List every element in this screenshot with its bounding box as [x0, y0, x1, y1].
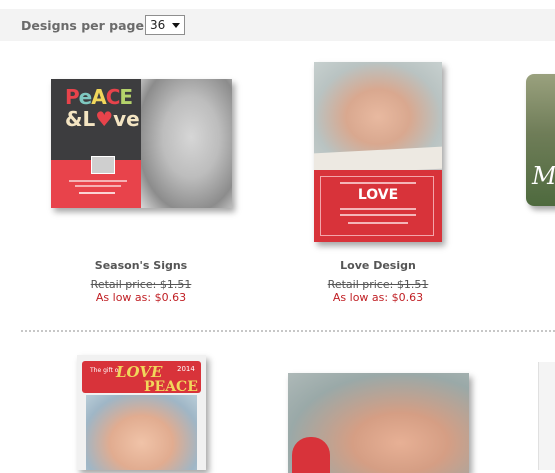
- card-fine-print: [69, 180, 127, 182]
- card-love-text: &L♥ve: [65, 109, 140, 129]
- designs-per-page-label: Designs per page:: [21, 18, 149, 33]
- card-letter: C: [105, 85, 121, 109]
- card-thumbnail-photo: [91, 156, 115, 174]
- designs-per-page-bar: Designs per page: 36: [0, 9, 555, 41]
- card-fine-print: [348, 222, 408, 224]
- heart-icon: ♥: [95, 107, 114, 131]
- card-red-ornament: [292, 437, 330, 473]
- card-script-text: M: [532, 162, 555, 190]
- designs-per-page-value: 36: [150, 18, 166, 32]
- retail-price: Retail price: $1.51: [90, 278, 192, 291]
- card-year-text: 2014: [177, 365, 195, 373]
- product-image-seasons-signs[interactable]: PeACE &L♥ve: [51, 79, 232, 208]
- product-image-love-peace[interactable]: The gift of LOVE 2014 PEACE: [77, 355, 206, 470]
- card-peace-text: PEACE: [144, 379, 198, 395]
- product-title[interactable]: Love Design: [288, 259, 468, 272]
- card-fine-print: [75, 185, 121, 187]
- card-letter: E: [119, 85, 133, 109]
- product-image-partial[interactable]: [538, 362, 555, 470]
- card-fine-print: [340, 214, 416, 216]
- card-love-suffix: ve: [113, 107, 140, 131]
- card-letter: P: [65, 85, 80, 109]
- baby-photo: [86, 395, 197, 470]
- card-love-text: LOVE: [357, 187, 399, 203]
- card-letter: A: [91, 85, 107, 109]
- card-letter: e: [78, 85, 93, 109]
- card-fine-print: [340, 182, 416, 184]
- designs-per-page-select[interactable]: 36: [145, 15, 185, 35]
- card-fine-print: [340, 208, 416, 210]
- card-left-panel: PeACE &L♥ve: [51, 79, 141, 208]
- card-frame: [320, 176, 434, 236]
- low-price: As low as: $0.63: [332, 291, 424, 304]
- low-price: As low as: $0.63: [95, 291, 187, 304]
- card-peace-text: PeACE: [65, 85, 133, 109]
- product-image-baby-photo[interactable]: [288, 373, 469, 473]
- row-divider: [21, 330, 555, 332]
- card-fine-print: [79, 192, 115, 194]
- product-image-love-design[interactable]: LOVE: [314, 62, 442, 242]
- chevron-down-icon: [172, 23, 180, 28]
- card-red-banner: The gift of LOVE 2014 PEACE: [82, 361, 201, 395]
- product-image-partial[interactable]: M: [526, 74, 555, 206]
- baby-photo: [141, 79, 232, 208]
- product-title[interactable]: Season's Signs: [51, 259, 231, 272]
- card-love-prefix: &L: [65, 107, 96, 131]
- retail-price: Retail price: $1.51: [327, 278, 429, 291]
